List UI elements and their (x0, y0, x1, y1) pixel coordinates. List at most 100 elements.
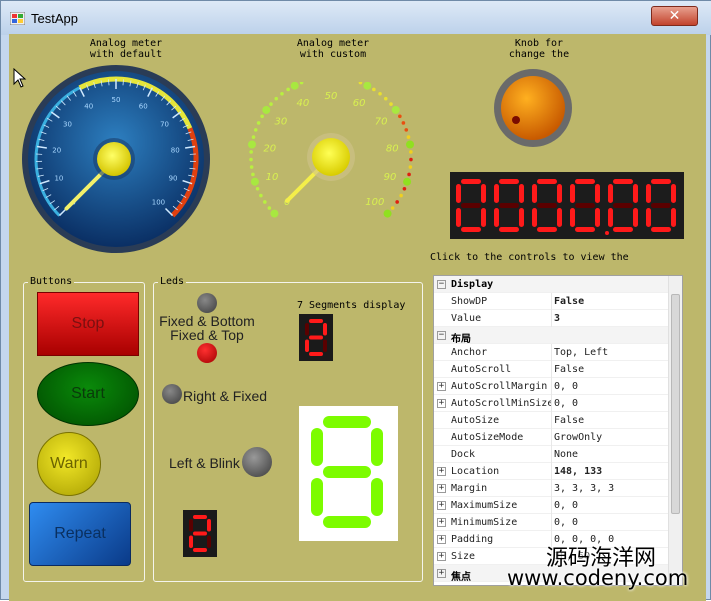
expander-icon[interactable]: + (437, 518, 446, 527)
analog-meter-custom[interactable]: 0102030405060708090100 (246, 82, 421, 252)
property-value[interactable]: 3, 3, 3, 3 (554, 483, 666, 494)
property-row[interactable]: ShowDPFalse (434, 293, 668, 310)
segment-b (481, 184, 486, 203)
segment-c (557, 208, 562, 227)
property-row[interactable]: AutoSizeModeGrowOnly (434, 429, 668, 446)
segment-c (481, 208, 486, 227)
meter-tick (257, 121, 261, 125)
expander-icon[interactable]: + (437, 552, 446, 561)
hint-text: Click to the controls to view the (430, 252, 640, 263)
property-value[interactable]: False (554, 364, 666, 375)
meter-tick (256, 187, 260, 191)
meter-tick (108, 79, 109, 85)
property-value[interactable]: 3 (554, 313, 666, 324)
property-row[interactable]: +Margin3, 3, 3, 3 (434, 480, 668, 497)
property-category[interactable]: −布局 (434, 327, 668, 344)
property-value[interactable]: GrowOnly (554, 432, 666, 443)
segment-digits (450, 172, 684, 239)
meter-tick-label: 40 (84, 103, 93, 111)
property-value[interactable]: False (554, 415, 666, 426)
segment-display-6digit[interactable] (450, 172, 684, 239)
expander-icon[interactable]: − (437, 331, 446, 340)
segment-a (537, 179, 557, 184)
meter-tick-label: 30 (63, 121, 72, 129)
meter-tick (123, 79, 124, 85)
column-divider (551, 361, 552, 378)
meter-tick (395, 200, 399, 204)
meter-tick (280, 92, 284, 96)
property-name: Size (451, 551, 551, 562)
meter-tick (409, 150, 413, 154)
led-fixed-bottom[interactable] (197, 293, 217, 313)
property-value[interactable]: Top, Left (554, 347, 666, 358)
meter-tick (286, 88, 290, 92)
property-row[interactable]: AutoScrollFalse (434, 361, 668, 378)
close-button[interactable]: ✕ (651, 6, 698, 26)
property-row[interactable]: +AutoScrollMargin0, 0 (434, 378, 668, 395)
property-scrollbar[interactable] (668, 276, 683, 585)
property-row[interactable]: +MinimumSize0, 0 (434, 514, 668, 531)
title-bar[interactable]: TestApp ✕ (1, 1, 711, 35)
property-row[interactable]: +MaximumSize0, 0 (434, 497, 668, 514)
repeat-button[interactable]: Repeat (29, 502, 131, 566)
property-name: Value (451, 313, 551, 324)
seven-seg-small-2[interactable] (183, 510, 217, 557)
expander-icon[interactable]: + (437, 569, 446, 578)
property-name: ShowDP (451, 296, 551, 307)
meter-tick (263, 200, 267, 204)
property-row[interactable]: +AutoScrollMinSize0, 0 (434, 395, 668, 412)
column-divider (551, 293, 552, 310)
segment-b (207, 519, 211, 532)
property-row[interactable]: Value3 (434, 310, 668, 327)
property-row[interactable]: AnchorTop, Left (434, 344, 668, 361)
segment-b (557, 184, 562, 203)
expander-icon[interactable]: + (437, 501, 446, 510)
property-value[interactable]: 0, 0 (554, 381, 666, 392)
property-value[interactable]: 0, 0 (554, 398, 666, 409)
property-name: AutoSizeMode (451, 432, 551, 443)
seven-seg-large[interactable] (299, 406, 398, 541)
property-row[interactable]: DockNone (434, 446, 668, 463)
segment-d (309, 352, 323, 356)
meter-hub (97, 142, 131, 176)
property-value[interactable]: 0, 0 (554, 517, 666, 528)
column-divider (551, 463, 552, 480)
property-category[interactable]: −Display (434, 276, 668, 293)
warn-button[interactable]: Warn (37, 432, 101, 496)
property-row[interactable]: AutoSizeFalse (434, 412, 668, 429)
meter-tick (259, 194, 263, 198)
led-fixed-top[interactable] (197, 343, 217, 363)
column-divider (551, 344, 552, 361)
seven-seg-small-1[interactable] (299, 314, 333, 361)
segment-a (323, 416, 371, 428)
knob-control[interactable] (493, 68, 573, 148)
led-right-fixed[interactable] (162, 384, 182, 404)
expander-icon[interactable]: + (437, 535, 446, 544)
segment-f (570, 184, 575, 203)
property-value[interactable]: 148, 133 (554, 466, 666, 477)
expander-icon[interactable]: + (437, 484, 446, 493)
meter-major-tick (363, 82, 371, 90)
expander-icon[interactable]: + (437, 467, 446, 476)
expander-icon[interactable]: + (437, 399, 446, 408)
analog-meter-default[interactable]: 0102030405060708090100 (21, 64, 211, 254)
segment-f (456, 184, 461, 203)
property-value[interactable]: False (554, 296, 666, 307)
start-button[interactable]: Start (37, 362, 139, 426)
meter-tick-label: 20 (263, 143, 276, 154)
led-left-blink[interactable] (242, 447, 272, 477)
segment-a (613, 179, 633, 184)
property-row[interactable]: +Location148, 133 (434, 463, 668, 480)
property-value[interactable]: 0, 0 (554, 500, 666, 511)
property-value[interactable]: None (554, 449, 666, 460)
meter-tick-label: 40 (296, 98, 309, 109)
segment-digit (570, 179, 600, 232)
scrollbar-thumb[interactable] (671, 294, 680, 514)
expander-icon[interactable]: + (437, 382, 446, 391)
column-divider (551, 497, 552, 514)
segment-f (305, 323, 309, 336)
stop-button[interactable]: Stop (37, 292, 139, 356)
property-name: AutoSize (451, 415, 551, 426)
expander-icon[interactable]: − (437, 280, 446, 289)
meter-major-tick (251, 178, 259, 186)
